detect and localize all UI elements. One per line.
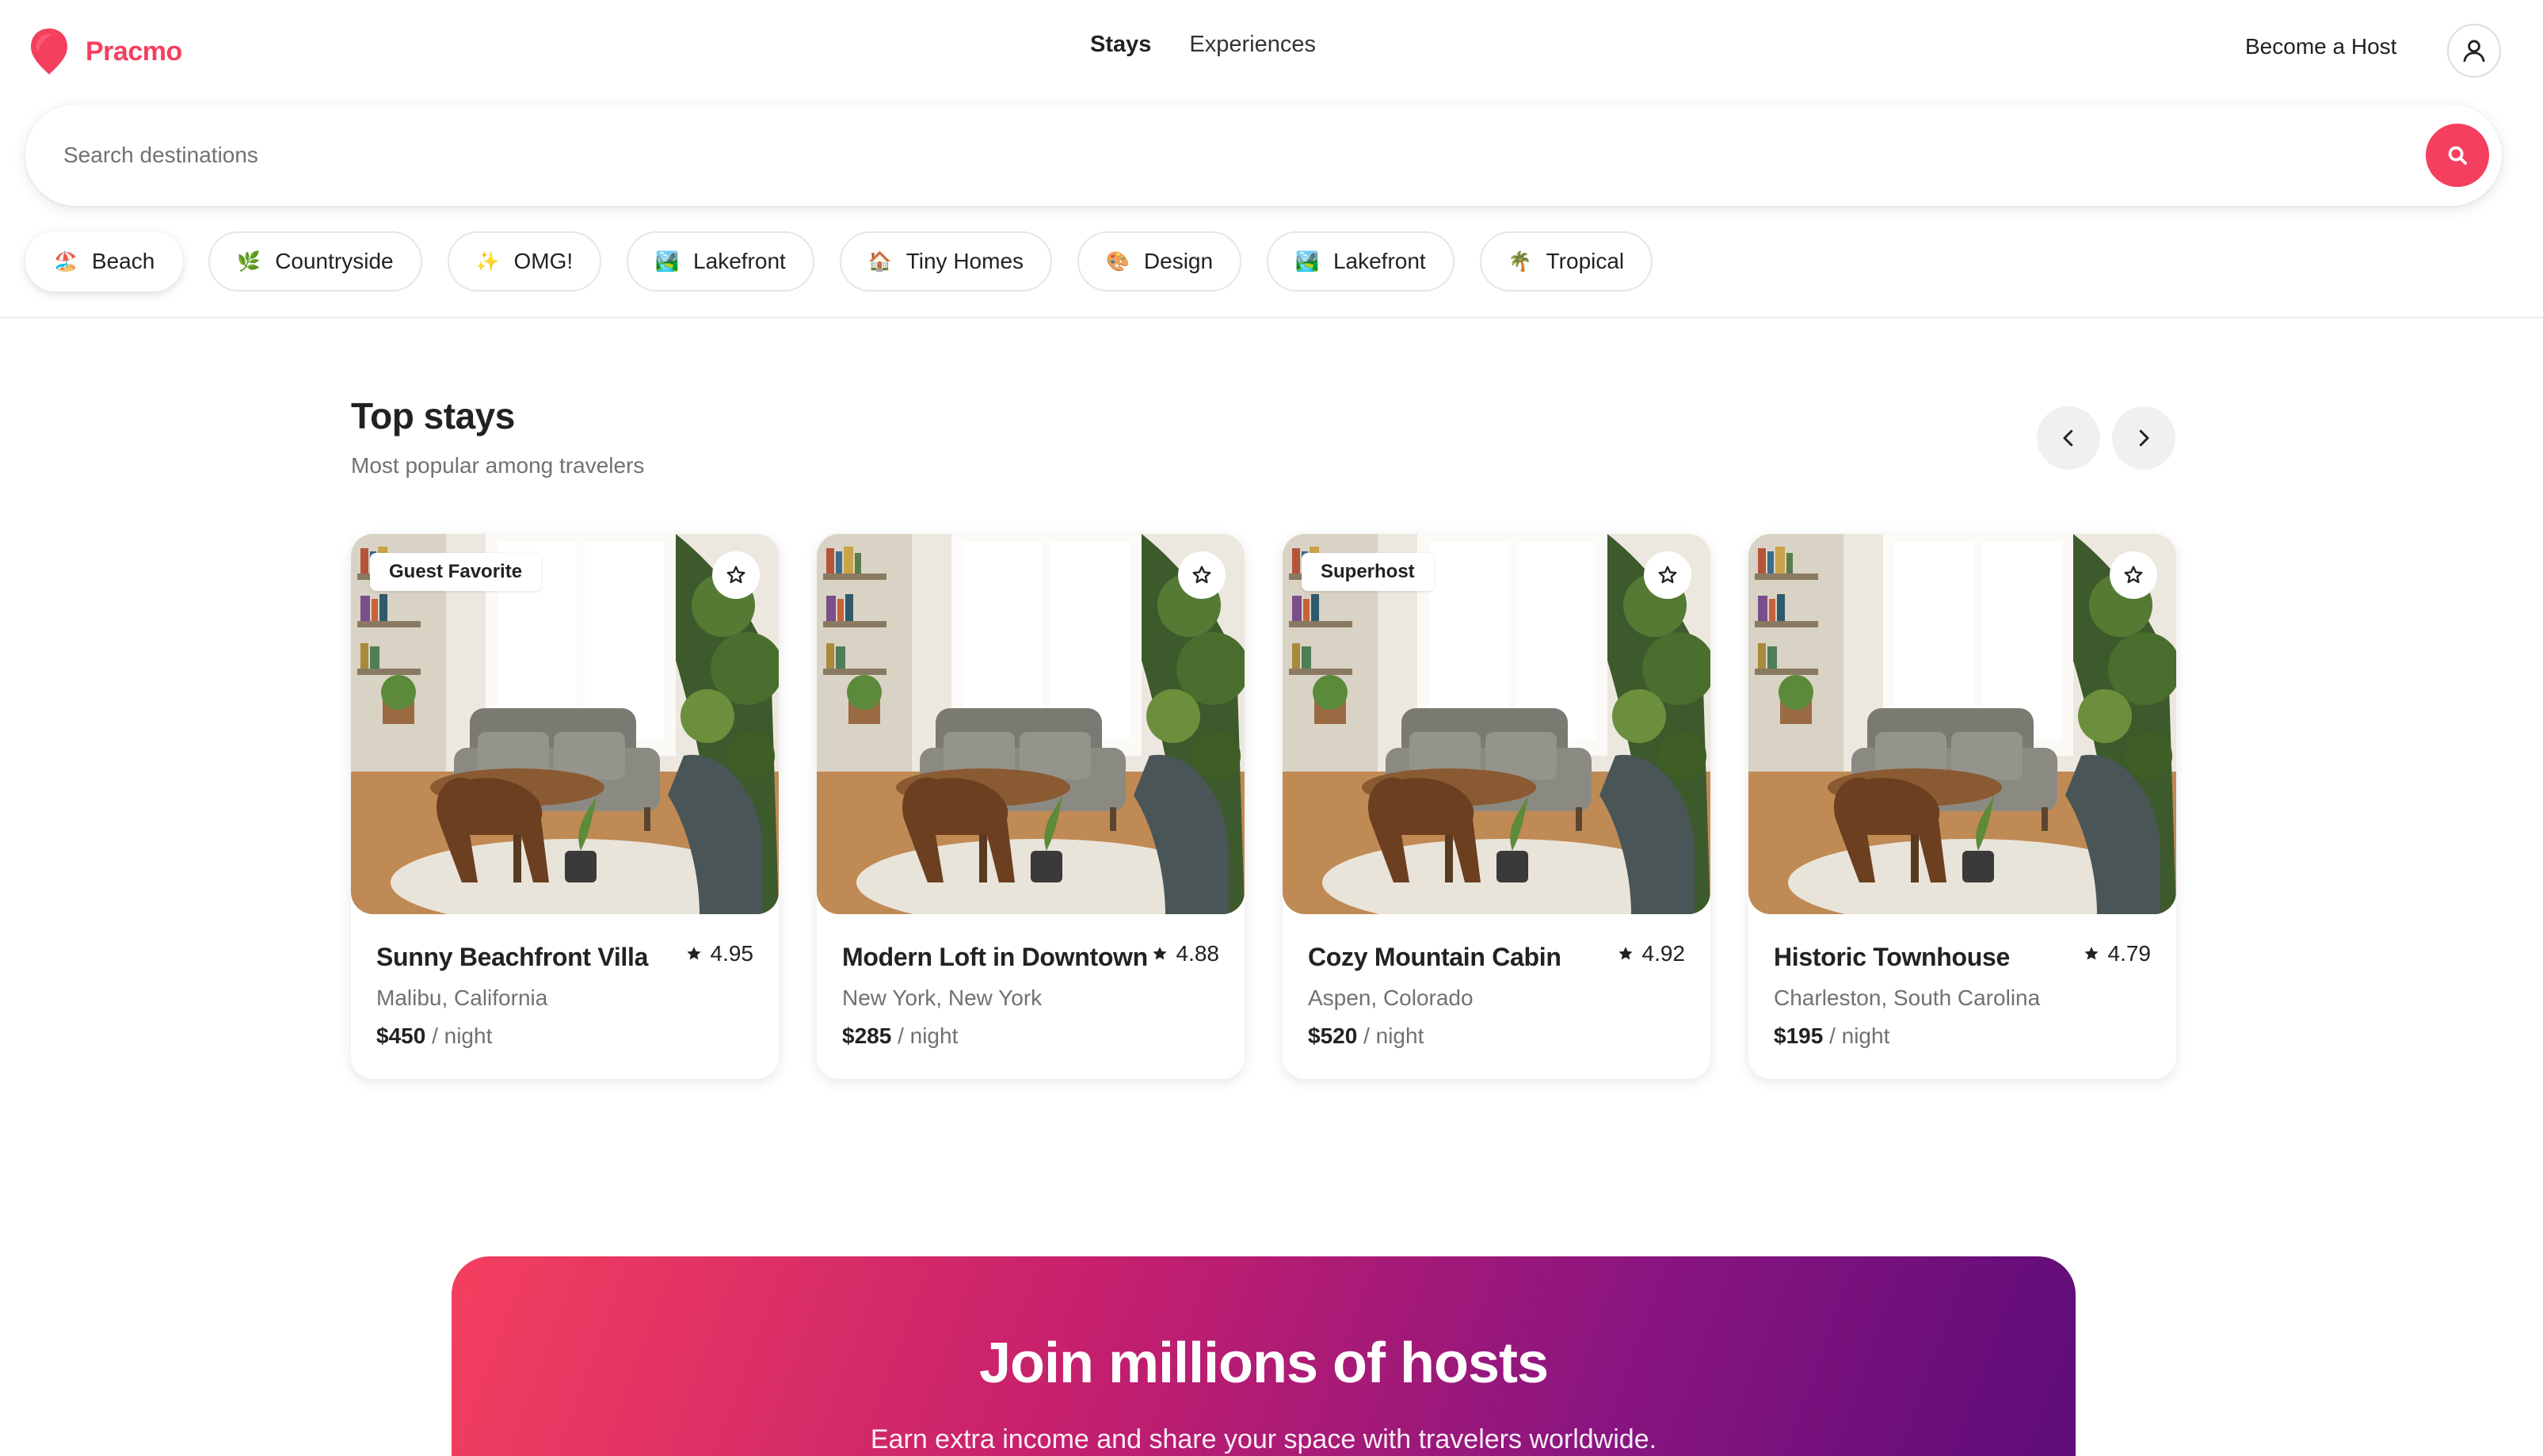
category-label: Lakefront xyxy=(693,249,786,273)
search-input[interactable] xyxy=(63,131,2361,179)
nav-stays[interactable]: Stays xyxy=(1090,32,1151,58)
listing-badge: Superhost xyxy=(1302,553,1434,591)
star-outline-icon xyxy=(2124,566,2143,584)
favorite-button[interactable] xyxy=(1644,551,1691,599)
leaf-icon: 🌿 xyxy=(237,250,261,273)
category-chip-lakefront[interactable]: 🏞️ Lakefront xyxy=(627,231,814,292)
listing-rating: 4.88 xyxy=(1151,941,1220,966)
search-button[interactable] xyxy=(2426,124,2489,187)
listing-photo xyxy=(351,534,779,914)
price-unit: / night xyxy=(1829,1023,1890,1048)
search-bar xyxy=(25,105,2502,206)
listing-card[interactable]: Guest Favorite Sunny Beachfront Villa 4.… xyxy=(351,534,779,1079)
category-chip-lakefront-2[interactable]: 🏞️ Lakefront xyxy=(1267,231,1455,292)
star-outline-icon xyxy=(1658,566,1677,584)
star-outline-icon xyxy=(1192,566,1211,584)
profile-button[interactable] xyxy=(2447,24,2501,78)
category-filters: 🏖️ Beach 🌿 Countryside ✨ OMG! 🏞️ Lakefro… xyxy=(25,231,1653,292)
banner-subtitle: Earn extra income and share your space w… xyxy=(870,1424,1657,1454)
brand-logo[interactable]: Pracmo xyxy=(29,27,182,76)
category-label: Lakefront xyxy=(1333,249,1426,273)
listing-carousel: Guest Favorite Sunny Beachfront Villa 4.… xyxy=(351,534,2176,1079)
rating-value: 4.95 xyxy=(710,941,754,966)
favorite-button[interactable] xyxy=(1178,551,1226,599)
listing-rating: 4.79 xyxy=(2083,941,2152,966)
listing-title: Modern Loft in Downtown xyxy=(842,943,1148,971)
category-label: Design xyxy=(1143,249,1214,273)
price-amount: $285 xyxy=(842,1023,892,1048)
chevron-right-icon xyxy=(2139,429,2149,447)
category-chip-beach[interactable]: 🏖️ Beach xyxy=(25,231,184,292)
favorite-button[interactable] xyxy=(2110,551,2157,599)
listing-card[interactable]: Historic Townhouse 4.79 Charleston, Sout… xyxy=(1748,534,2176,1079)
category-chip-design[interactable]: 🎨 Design xyxy=(1077,231,1242,292)
listing-title: Sunny Beachfront Villa xyxy=(376,943,649,971)
star-icon xyxy=(2084,947,2099,960)
listing-photo xyxy=(817,534,1245,914)
listing-rating: 4.95 xyxy=(685,941,754,966)
category-label: Tropical xyxy=(1546,249,1625,273)
carousel-prev-button[interactable] xyxy=(2037,406,2100,470)
rating-value: 4.92 xyxy=(1641,941,1686,966)
listing-location: Charleston, South Carolina xyxy=(1774,985,2041,1010)
category-label: Tiny Homes xyxy=(905,249,1024,273)
listing-badge: Guest Favorite xyxy=(370,553,542,591)
nav-experiences[interactable]: Experiences xyxy=(1189,32,1316,58)
listing-price: $450 / night xyxy=(376,1023,492,1049)
listing-title: Historic Townhouse xyxy=(1774,943,2011,971)
beach-icon: 🏖️ xyxy=(54,250,78,273)
listing-rating: 4.92 xyxy=(1617,941,1686,966)
rating-value: 4.79 xyxy=(2107,941,2152,966)
price-amount: $195 xyxy=(1774,1023,1824,1048)
price-amount: $520 xyxy=(1308,1023,1358,1048)
category-chip-countryside[interactable]: 🌿 Countryside xyxy=(208,231,422,292)
category-chip-tiny-homes[interactable]: 🏠 Tiny Homes xyxy=(839,231,1053,292)
price-unit: / night xyxy=(432,1023,493,1048)
sparkles-icon: ✨ xyxy=(475,250,500,273)
favorite-button[interactable] xyxy=(712,551,760,599)
listing-title: Cozy Mountain Cabin xyxy=(1308,943,1561,971)
star-outline-icon xyxy=(726,566,745,584)
main-nav: Stays Experiences xyxy=(1090,32,1316,58)
listing-photo xyxy=(1283,534,1710,914)
landscape-icon: 🏞️ xyxy=(1295,250,1319,273)
location-pin-icon xyxy=(31,29,67,74)
listing-price: $520 / night xyxy=(1308,1023,1424,1049)
listing-location: Malibu, California xyxy=(376,985,548,1010)
brand-name: Pracmo xyxy=(86,36,182,67)
palm-tree-icon: 🌴 xyxy=(1508,250,1532,273)
site-header: Pracmo Stays Experiences Become a Host 🏖… xyxy=(0,0,2543,318)
palette-icon: 🎨 xyxy=(1106,250,1130,273)
star-icon xyxy=(1618,947,1633,960)
price-unit: / night xyxy=(1363,1023,1424,1048)
landscape-icon: 🏞️ xyxy=(655,250,680,273)
category-chip-omg[interactable]: ✨ OMG! xyxy=(447,231,602,292)
become-host-link[interactable]: Become a Host xyxy=(2245,34,2396,59)
listing-photo xyxy=(1748,534,2176,914)
banner-title: Join millions of hosts xyxy=(978,1332,1549,1395)
listing-price: $195 / night xyxy=(1774,1023,1889,1049)
category-label: OMG! xyxy=(513,249,574,273)
category-label: Countryside xyxy=(275,249,394,273)
section-subtitle: Most popular among travelers xyxy=(351,453,645,478)
user-icon xyxy=(2463,40,2485,63)
star-icon xyxy=(1152,947,1167,960)
search-icon xyxy=(2448,146,2467,165)
listing-location: Aspen, Colorado xyxy=(1308,985,1474,1010)
host-banner: Join millions of hosts Earn extra income… xyxy=(452,1256,2076,1456)
price-amount: $450 xyxy=(376,1023,426,1048)
category-label: Beach xyxy=(91,249,155,273)
listing-price: $285 / night xyxy=(842,1023,958,1049)
rating-value: 4.88 xyxy=(1176,941,1220,966)
carousel-next-button[interactable] xyxy=(2112,406,2175,470)
section-title: Top stays xyxy=(351,395,515,436)
star-icon xyxy=(686,947,701,960)
listing-card[interactable]: Modern Loft in Downtown 4.88 New York, N… xyxy=(817,534,1245,1079)
house-icon: 🏠 xyxy=(867,250,892,273)
price-unit: / night xyxy=(898,1023,959,1048)
listing-location: New York, New York xyxy=(842,985,1043,1010)
chevron-left-icon xyxy=(2063,429,2073,447)
category-chip-tropical[interactable]: 🌴 Tropical xyxy=(1479,231,1653,292)
listing-card[interactable]: Superhost Cozy Mountain Cabin 4.92 Aspen… xyxy=(1283,534,1710,1079)
